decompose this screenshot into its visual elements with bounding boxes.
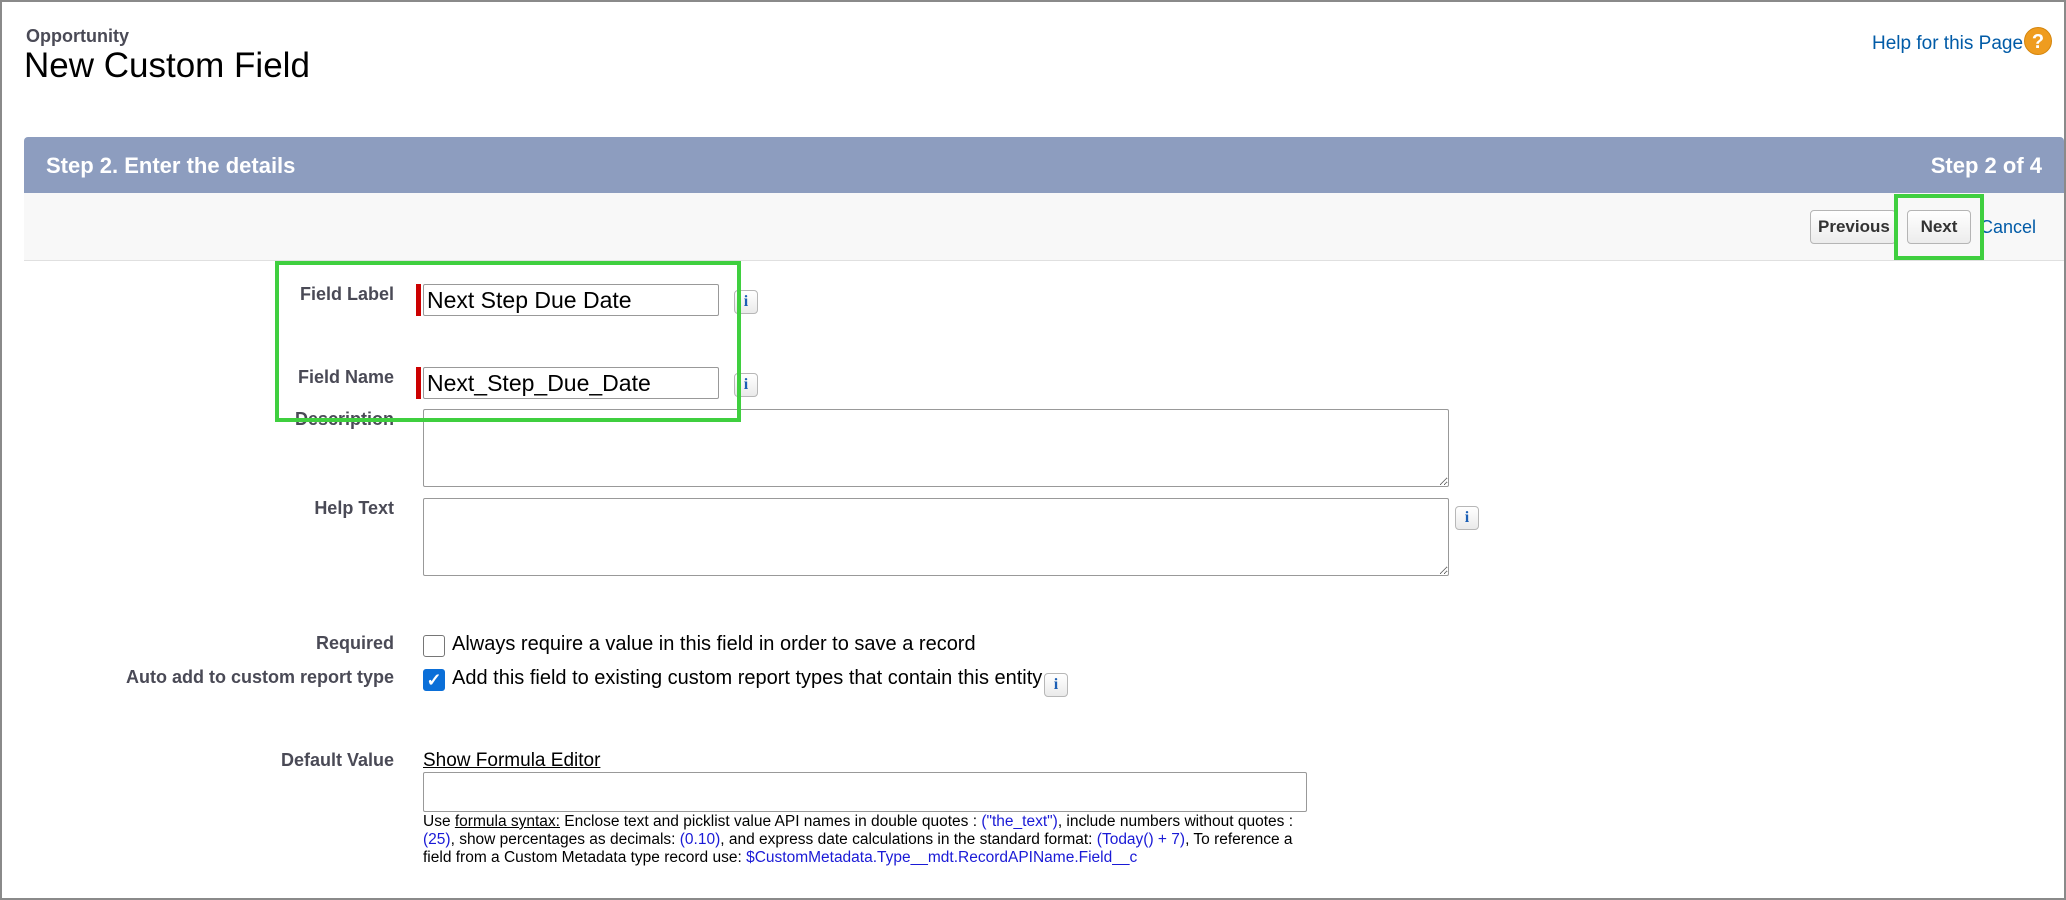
info-icon[interactable]: i (1455, 506, 1479, 530)
auto-add-checkbox-text: Add this field to existing custom report… (452, 667, 1043, 689)
required-checkbox[interactable] (423, 635, 445, 657)
hint-text: Enclose text and picklist value API name… (559, 813, 982, 830)
step-count: Step 2 of 4 (1930, 153, 2042, 178)
help-for-page-link[interactable]: Help for this Page (1872, 33, 2023, 55)
field-name-label: Field Name (297, 367, 394, 387)
required-indicator (416, 367, 421, 399)
page-title: New Custom Field (24, 46, 310, 85)
hint-example: (Today() + 7) (1096, 831, 1186, 848)
formula-hint: Use formula syntax: Enclose text and pic… (423, 813, 1313, 867)
info-icon[interactable]: i (734, 290, 758, 314)
step-title: Step 2. Enter the details (46, 153, 296, 178)
button-bar: Previous Next Cancel (24, 193, 2064, 261)
form-area: Field Label i Field Name i Description H… (24, 261, 2064, 898)
required-checkbox-text: Always require a value in this field in … (452, 633, 976, 655)
step-header: Step 2. Enter the details Step 2 of 4 (24, 137, 2064, 193)
hint-text: , include numbers without quotes : (1057, 813, 1294, 830)
help-text-textarea[interactable] (423, 498, 1449, 576)
hint-example: (0.10) (679, 831, 721, 848)
formula-syntax-link[interactable]: formula syntax: (455, 813, 560, 830)
description-label: Description (294, 409, 394, 429)
question-icon[interactable]: ? (2024, 27, 2052, 55)
hint-example: ("the_text") (981, 813, 1058, 830)
default-value-input[interactable] (423, 772, 1307, 812)
field-label-label: Field Label (299, 284, 394, 304)
auto-add-label: Auto add to custom report type (125, 667, 394, 687)
object-label: Opportunity (26, 26, 129, 46)
required-indicator (416, 284, 421, 316)
info-icon[interactable]: i (1044, 673, 1068, 697)
hint-text: , show percentages as decimals: (450, 831, 680, 848)
description-textarea[interactable] (423, 409, 1449, 487)
previous-button[interactable]: Previous (1810, 210, 1896, 244)
hint-text: , and express date calculations in the s… (720, 831, 1097, 848)
next-button[interactable]: Next (1907, 210, 1971, 244)
hint-example: $CustomMetadata.Type__mdt.RecordAPIName.… (746, 849, 1138, 866)
auto-add-checkbox[interactable]: ✓ (423, 669, 445, 691)
show-formula-editor-link[interactable]: Show Formula Editor (423, 750, 600, 772)
required-label: Required (315, 633, 394, 653)
help-text-label: Help Text (314, 498, 394, 518)
cancel-link[interactable]: Cancel (1980, 217, 2036, 238)
default-value-label: Default Value (280, 750, 394, 770)
info-icon[interactable]: i (734, 373, 758, 397)
hint-text: Use (423, 813, 455, 830)
hint-example: (25) (423, 831, 451, 848)
field-label-input[interactable] (423, 284, 719, 316)
field-name-input[interactable] (423, 367, 719, 399)
